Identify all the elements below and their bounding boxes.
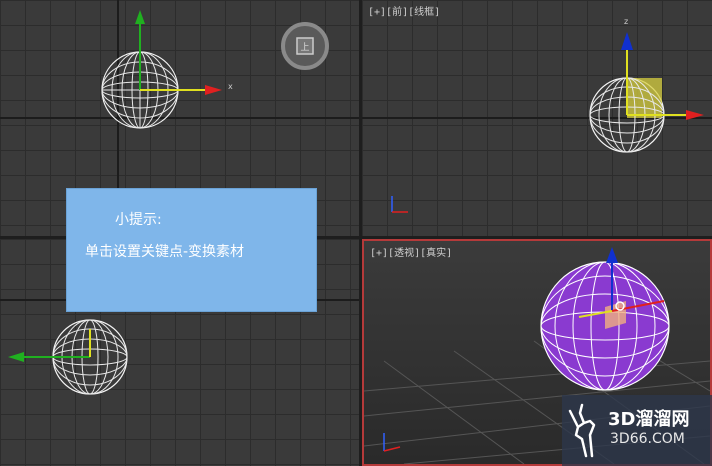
move-gizmo-icon[interactable] bbox=[8, 329, 91, 362]
svg-text:x: x bbox=[228, 82, 233, 91]
axis-tripod-icon bbox=[391, 196, 408, 213]
svg-text:上: 上 bbox=[300, 42, 309, 53]
viewport-divider-vertical[interactable] bbox=[359, 0, 362, 466]
watermark: 3D溜溜网 3D66.COM bbox=[562, 395, 712, 466]
watermark-url: 3D66.COM bbox=[610, 431, 685, 447]
shaded-sphere[interactable] bbox=[540, 261, 670, 391]
tip-body: 单击设置关键点-变换素材 bbox=[85, 244, 245, 260]
svg-text:z: z bbox=[624, 17, 628, 26]
viewport-front[interactable]: [+][前][线框] z bbox=[362, 0, 712, 236]
viewcube-icon[interactable]: 上 bbox=[281, 22, 329, 70]
tip-title: 小提示: bbox=[115, 212, 162, 228]
watermark-title: 3D溜溜网 bbox=[608, 409, 690, 430]
viewport-front-canvas: z bbox=[362, 17, 712, 213]
tip-overlay: 小提示: 单击设置关键点-变换素材 bbox=[66, 188, 317, 312]
deer-logo-icon bbox=[568, 403, 596, 458]
